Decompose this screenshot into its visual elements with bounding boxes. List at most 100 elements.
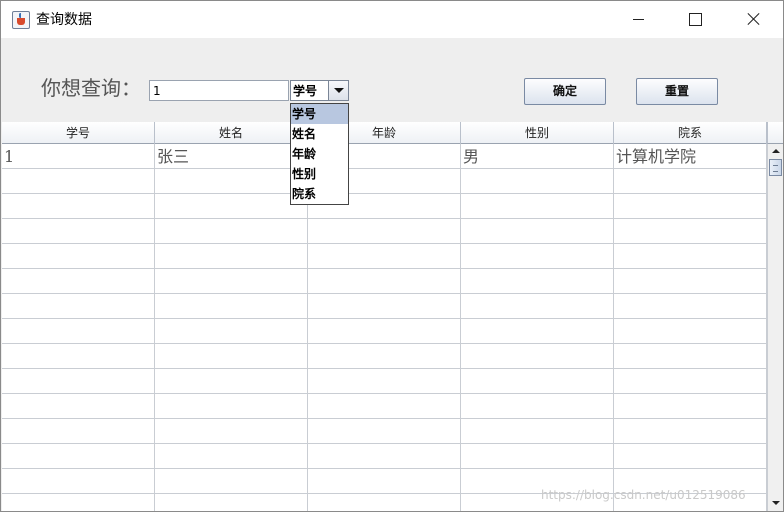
minimize-button[interactable]	[611, 1, 667, 38]
table-cell[interactable]	[2, 219, 155, 244]
table-row[interactable]: 1 张三 男计算机学院	[2, 144, 767, 169]
table-cell[interactable]	[614, 219, 767, 244]
table-cell[interactable]	[2, 444, 155, 469]
table-cell[interactable]	[2, 244, 155, 269]
table-cell[interactable]	[461, 244, 614, 269]
table-cell[interactable]	[155, 219, 308, 244]
scroll-thumb[interactable]	[769, 159, 782, 176]
table-cell[interactable]	[308, 244, 461, 269]
table-cell[interactable]	[614, 419, 767, 444]
dropdown-option[interactable]: 性别	[291, 164, 348, 184]
table-cell[interactable]	[308, 469, 461, 494]
table-cell[interactable]	[155, 169, 308, 194]
close-button[interactable]	[723, 1, 779, 38]
table-cell[interactable]	[614, 269, 767, 294]
table-cell[interactable]	[461, 344, 614, 369]
results-table[interactable]: 学号 姓名 年龄 性别 院系 1 张三男计算机学院	[2, 122, 767, 511]
table-cell[interactable]	[461, 419, 614, 444]
table-row[interactable]	[2, 394, 767, 419]
table-cell[interactable]	[2, 194, 155, 219]
table-row[interactable]	[2, 319, 767, 344]
table-cell[interactable]	[614, 294, 767, 319]
table-cell[interactable]	[2, 419, 155, 444]
table-cell[interactable]	[2, 169, 155, 194]
table-row[interactable]	[2, 344, 767, 369]
table-cell[interactable]	[614, 344, 767, 369]
maximize-button[interactable]	[667, 1, 723, 38]
table-cell[interactable]	[308, 319, 461, 344]
table-cell[interactable]	[2, 269, 155, 294]
table-cell[interactable]: 计算机学院	[614, 144, 767, 169]
table-row[interactable]	[2, 244, 767, 269]
table-cell[interactable]	[155, 394, 308, 419]
table-cell[interactable]	[155, 444, 308, 469]
column-header[interactable]: 院系	[614, 122, 767, 144]
table-cell[interactable]	[614, 319, 767, 344]
table-cell[interactable]	[461, 219, 614, 244]
table-row[interactable]	[2, 294, 767, 319]
table-cell[interactable]	[461, 169, 614, 194]
column-header[interactable]: 学号	[2, 122, 155, 144]
table-cell[interactable]	[155, 244, 308, 269]
table-cell[interactable]	[461, 319, 614, 344]
column-header[interactable]: 性别	[461, 122, 614, 144]
table-cell[interactable]	[308, 219, 461, 244]
table-cell[interactable]: 1	[2, 144, 155, 169]
confirm-button[interactable]: 确定	[524, 78, 606, 105]
table-row[interactable]	[2, 219, 767, 244]
table-cell[interactable]	[155, 469, 308, 494]
table-row[interactable]	[2, 194, 767, 219]
column-header[interactable]: 姓名	[155, 122, 308, 144]
dropdown-option[interactable]: 姓名	[291, 124, 348, 144]
table-cell[interactable]	[2, 344, 155, 369]
table-cell[interactable]	[308, 494, 461, 511]
table-cell[interactable]	[308, 269, 461, 294]
dropdown-option[interactable]: 学号	[291, 104, 348, 124]
table-cell[interactable]	[461, 394, 614, 419]
table-cell[interactable]	[155, 344, 308, 369]
table-row[interactable]	[2, 444, 767, 469]
dropdown-option[interactable]: 年龄	[291, 144, 348, 164]
table-cell[interactable]	[461, 194, 614, 219]
field-select[interactable]: 学号	[290, 80, 349, 101]
table-cell[interactable]	[2, 469, 155, 494]
scroll-down-arrow-icon[interactable]	[768, 496, 783, 511]
table-cell[interactable]	[155, 369, 308, 394]
table-cell[interactable]	[614, 369, 767, 394]
field-dropdown-list[interactable]: 学号 姓名 年龄 性别 院系	[290, 103, 349, 205]
table-cell[interactable]	[461, 269, 614, 294]
table-cell[interactable]	[461, 444, 614, 469]
table-cell[interactable]	[614, 394, 767, 419]
table-cell[interactable]	[614, 444, 767, 469]
table-cell[interactable]	[155, 319, 308, 344]
table-cell[interactable]	[2, 319, 155, 344]
table-cell[interactable]	[155, 269, 308, 294]
dropdown-option[interactable]: 院系	[291, 184, 348, 204]
table-cell[interactable]	[461, 294, 614, 319]
table-cell[interactable]	[614, 169, 767, 194]
query-input[interactable]	[149, 80, 289, 101]
table-cell[interactable]: 男	[461, 144, 614, 169]
vertical-scrollbar[interactable]	[767, 144, 783, 511]
table-cell[interactable]	[155, 419, 308, 444]
table-row[interactable]	[2, 419, 767, 444]
reset-button[interactable]: 重置	[636, 78, 718, 105]
scroll-up-arrow-icon[interactable]	[768, 144, 783, 159]
table-row[interactable]	[2, 369, 767, 394]
table-row[interactable]	[2, 269, 767, 294]
table-cell[interactable]	[308, 394, 461, 419]
table-cell[interactable]	[308, 344, 461, 369]
table-cell[interactable]	[308, 294, 461, 319]
table-cell[interactable]	[614, 244, 767, 269]
table-cell[interactable]	[308, 419, 461, 444]
table-cell[interactable]	[308, 444, 461, 469]
table-cell[interactable]	[461, 369, 614, 394]
table-cell[interactable]	[308, 369, 461, 394]
table-cell[interactable]	[155, 494, 308, 511]
table-cell[interactable]	[2, 294, 155, 319]
table-cell[interactable]	[2, 394, 155, 419]
table-cell[interactable]	[2, 494, 155, 511]
table-cell[interactable]	[155, 294, 308, 319]
table-row[interactable]	[2, 169, 767, 194]
dropdown-arrow-button[interactable]	[328, 81, 348, 100]
